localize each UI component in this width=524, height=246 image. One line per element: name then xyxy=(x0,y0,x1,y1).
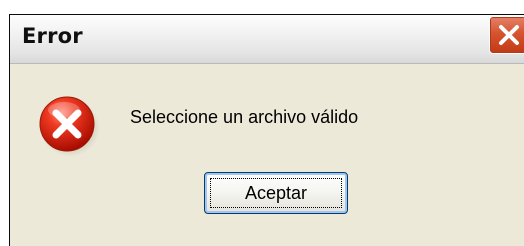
accept-button-label: Aceptar xyxy=(210,178,342,208)
error-dialog: Error Seleccione un archivo válido Acept… xyxy=(9,14,524,246)
close-icon xyxy=(499,25,519,45)
title-bar[interactable]: Error xyxy=(10,15,524,64)
dialog-body: Seleccione un archivo válido Aceptar xyxy=(10,64,524,246)
accept-button[interactable]: Aceptar xyxy=(204,172,348,214)
window-title: Error xyxy=(22,24,83,48)
error-message: Seleccione un archivo válido xyxy=(130,107,359,127)
close-button[interactable] xyxy=(489,16,524,54)
error-icon xyxy=(39,96,100,157)
